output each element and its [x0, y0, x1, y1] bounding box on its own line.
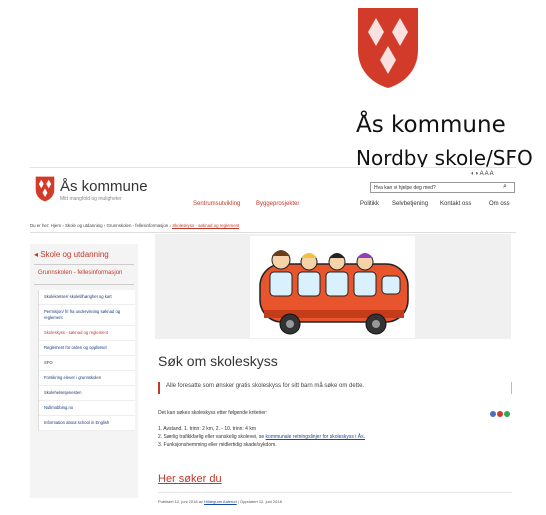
- site-name[interactable]: Ås kommune: [60, 178, 148, 195]
- updated-text: | Oppdatert 12. juni 2018: [236, 499, 282, 504]
- chevron-left-icon: ◂: [34, 250, 39, 259]
- nav-sentrumsutvikling[interactable]: Sentrumsutvikling: [193, 201, 240, 207]
- breadcrumb-separator: ›: [62, 223, 64, 228]
- published-text: Publisert 12. juni 2018 av: [158, 499, 205, 504]
- breadcrumb-item[interactable]: Skole og utdanning: [65, 223, 103, 228]
- nav-byggeprosjekter[interactable]: Byggeprosjekter: [256, 201, 299, 207]
- nav-selvbetjening[interactable]: Selvbetjening: [392, 201, 428, 207]
- criteria-intro: Det kan søkes skoleskyss etter følgende …: [158, 410, 268, 416]
- sidebar-heading-label: Skole og utdanning: [40, 250, 109, 259]
- divider: [34, 264, 134, 265]
- apply-link[interactable]: Her søker du: [158, 473, 222, 485]
- breadcrumb-separator: ›: [103, 223, 106, 228]
- page-title: Søk om skoleskyss: [158, 353, 278, 369]
- search-input[interactable]: Hva kan vi hjelpe deg med?: [370, 182, 515, 193]
- author-link[interactable]: Hildegunn Aalerud: [204, 499, 237, 504]
- sidebar-item-skoleskyss[interactable]: Skoleskyss - søknad og reglement: [39, 326, 135, 341]
- text-size-label[interactable]: A A A: [480, 171, 494, 177]
- left-sidebar: ◂ Skole og utdanning Grunnskolen - felle…: [30, 244, 138, 498]
- kommune-crest-icon: [358, 8, 418, 88]
- search-icon[interactable]: ⌕: [503, 183, 507, 191]
- criteria-item: 3. Funksjonshemming eller midlertidig sk…: [158, 442, 277, 448]
- sidebar-list: Skolekretser/ skoletilhørighet og kart P…: [38, 290, 135, 431]
- criteria-text: 2. Særlig trafikkfarlig eller vanskelig …: [158, 434, 266, 440]
- contrast-icon[interactable]: ◐◑: [471, 171, 478, 177]
- school-bus-illustration: [250, 236, 415, 338]
- kommune-title: Ås kommune: [356, 112, 506, 138]
- nav-politikk[interactable]: Politikk: [360, 201, 379, 207]
- email-icon[interactable]: [497, 411, 503, 417]
- sidebar-heading[interactable]: ◂ Skole og utdanning: [34, 250, 109, 259]
- breadcrumb-separator: ›: [169, 223, 171, 228]
- breadcrumb: Du er her: Hjem › Skole og utdanning › G…: [30, 223, 240, 229]
- breadcrumb-current: Skoleskyss - søknad og reglement: [172, 223, 240, 229]
- sidebar-item-permisjon[interactable]: Permisjon/ fri fra undervisning søknad o…: [39, 305, 135, 326]
- criteria-item: 1. Avstand. 1. trinn: 2 km, 2. - 10. tri…: [158, 426, 257, 432]
- sidebar-item-reglement[interactable]: Reglement for orden og oppførsel: [39, 341, 135, 356]
- print-icon[interactable]: [504, 411, 510, 417]
- accessibility-controls[interactable]: ◐◑ A A A: [471, 171, 494, 177]
- divider: [158, 492, 512, 493]
- facebook-icon[interactable]: [490, 411, 496, 417]
- nav-om-oss[interactable]: Om oss: [489, 201, 510, 207]
- sidebar-item-skolekretser[interactable]: Skolekretser/ skoletilhørighet og kart: [39, 290, 135, 305]
- divider: [30, 232, 516, 233]
- breadcrumb-item[interactable]: Hjem: [51, 223, 61, 228]
- school-title: Nordby skole/SFO: [356, 146, 533, 167]
- breadcrumb-prefix: Du er her:: [30, 223, 50, 228]
- divider: [511, 382, 512, 394]
- site-logo-icon[interactable]: [35, 176, 55, 202]
- sidebar-item-forsikring[interactable]: Forsikring elever i grunnskolen: [39, 371, 135, 386]
- sidebar-subheading[interactable]: Grunnskolen - fellesinformasjon: [38, 270, 122, 276]
- lead-accent: [158, 382, 160, 394]
- sidebar-item-skolehelsetjenesten[interactable]: Skolehelsetjenesten: [39, 386, 135, 401]
- divider: [34, 284, 134, 285]
- sidebar-item-nullmobbing[interactable]: Nullmobbing.no: [39, 401, 135, 416]
- site-tagline: Mitt mangfold og muligheter: [60, 196, 122, 202]
- website-screenshot: Ås kommune Mitt mangfold og muligheter ◐…: [30, 168, 516, 504]
- sidebar-item-english[interactable]: Information about school in English: [39, 416, 135, 431]
- banner-image: [155, 234, 511, 339]
- share-buttons: [489, 404, 510, 422]
- sidebar-item-sfo[interactable]: SFO: [39, 356, 135, 371]
- published-info: Publisert 12. juni 2018 av Hildegunn Aal…: [158, 499, 282, 504]
- guidelines-link[interactable]: kommunale retningslinjer for skoleskyss …: [266, 434, 365, 440]
- breadcrumb-item[interactable]: Grunnskolen - fellesinformasjon: [107, 223, 169, 228]
- nav-kontakt-oss[interactable]: Kontakt oss: [440, 201, 471, 207]
- criteria-item: 2. Særlig trafikkfarlig eller vanskelig …: [158, 434, 365, 440]
- lead-text: Alle foresatte som ønsker gratis skolesk…: [166, 383, 365, 389]
